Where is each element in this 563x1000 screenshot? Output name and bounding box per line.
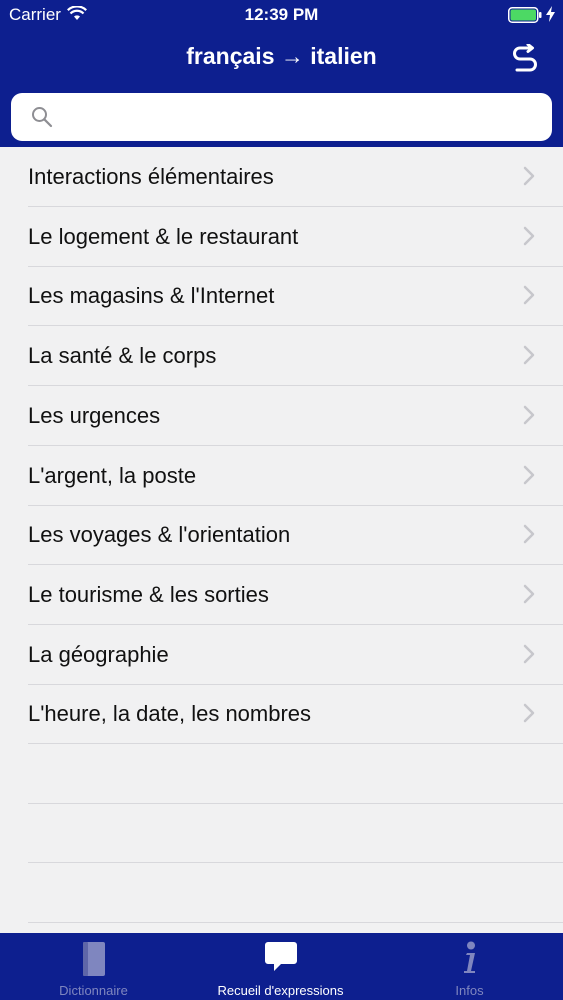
tab-label: Recueil d'expressions [217, 983, 344, 998]
list-item[interactable]: L'argent, la poste [0, 446, 563, 506]
list-item-label: Les urgences [28, 402, 161, 428]
list-item-label: Interactions élémentaires [28, 164, 274, 189]
list-item-label: L'argent, la poste [28, 462, 197, 488]
list-item-label: Le tourisme & les sorties [28, 581, 269, 607]
status-bar: Carrier 12:39 PM [0, 0, 563, 30]
list-item[interactable]: Le tourisme & les sorties [0, 565, 563, 625]
chevron-right-icon [523, 226, 535, 245]
list-item-label: La santé & le corps [28, 343, 217, 369]
chevron-right-icon [523, 166, 535, 186]
tab-bar: Dictionnaire Recueil d'expressions Infos [0, 933, 563, 1000]
list-item[interactable]: Interactions élémentaires [0, 147, 563, 207]
speech-bubble-icon [264, 941, 298, 978]
list-item-label: Le logement & le restaurant [28, 223, 299, 249]
list-item-label: Les voyages & l'orientation [28, 522, 291, 548]
list-item[interactable]: Les urgences [0, 386, 563, 446]
list-item-label: Les magasins & l'Internet [28, 283, 275, 309]
charging-icon [546, 6, 555, 22]
chevron-right-icon [523, 524, 535, 544]
chevron-right-icon [523, 405, 535, 425]
header-bar: Carrier 12:39 PM français → italien [0, 0, 563, 147]
chevron-right-icon [523, 465, 535, 484]
empty-row-divider [28, 862, 563, 864]
list-item[interactable]: Les magasins & l'Internet [0, 266, 563, 327]
empty-row-divider [28, 802, 563, 804]
search-input[interactable] [55, 93, 535, 141]
list-item[interactable]: L'heure, la date, les nombres [0, 684, 563, 745]
row-divider [28, 743, 563, 745]
clock: 12:39 PM [244, 5, 319, 24]
tab-dictionary[interactable]: Dictionnaire [0, 933, 187, 1000]
book-icon [81, 941, 107, 982]
chevron-right-icon [523, 584, 535, 604]
swap-icon[interactable] [510, 44, 540, 72]
list-item[interactable]: La géographie [0, 625, 563, 685]
list-item[interactable]: Le logement & le restaurant [0, 207, 563, 267]
empty-row-divider [28, 922, 563, 924]
page-title: français → italien [186, 43, 377, 69]
category-list: Interactions élémentaires Le logement & l… [0, 147, 563, 933]
tab-label: Infos [455, 983, 484, 998]
search-icon [32, 107, 53, 128]
list-item-label: L'heure, la date, les nombres [28, 701, 312, 727]
list-item[interactable]: Les voyages & l'orientation [0, 505, 563, 566]
search-bar[interactable] [11, 93, 552, 141]
chevron-right-icon [523, 345, 535, 365]
tab-phrasebook[interactable]: Recueil d'expressions [187, 933, 374, 1000]
chevron-right-icon [523, 704, 535, 723]
chevron-right-icon [523, 286, 535, 305]
tab-info[interactable]: Infos [376, 933, 563, 1000]
list-item-label: La géographie [28, 641, 169, 667]
chevron-right-icon [523, 644, 535, 663]
list-item[interactable]: La santé & le corps [0, 326, 563, 387]
tab-label: Dictionnaire [59, 983, 128, 998]
info-icon [461, 941, 479, 980]
battery-icon [508, 7, 542, 23]
